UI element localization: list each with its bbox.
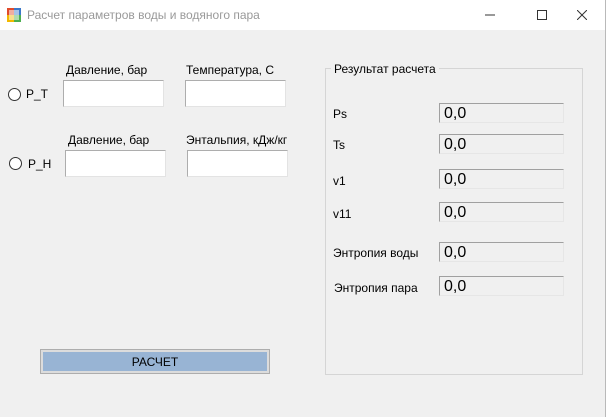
radio-ph-label[interactable]: P_H	[28, 157, 51, 171]
app-icon	[7, 8, 21, 22]
calculate-button[interactable]: РАСЧЕТ	[40, 349, 270, 374]
result-value-ps: 0,0	[439, 103, 564, 123]
radio-pt-label[interactable]: P_T	[26, 87, 48, 101]
title-bar[interactable]: Расчет параметров воды и водяного пара	[0, 0, 605, 30]
ph-enthalpy-label: Энтальпия, кДж/кг	[186, 133, 288, 147]
minimize-button[interactable]	[467, 0, 513, 30]
result-label-water-entropy: Энтропия воды	[333, 246, 419, 260]
result-value-steam-entropy: 0,0	[439, 276, 564, 296]
pt-pressure-label: Давление, бар	[66, 63, 148, 77]
result-label-ps: Ps	[333, 107, 348, 121]
pt-temperature-input[interactable]	[185, 80, 286, 107]
close-icon	[577, 10, 587, 20]
result-label-v1: v1	[333, 174, 346, 188]
minimize-icon	[485, 14, 495, 16]
radio-pt[interactable]	[8, 88, 21, 101]
calculate-button-label: РАСЧЕТ	[43, 352, 267, 371]
result-label-ts: Ts	[333, 138, 345, 152]
window-title: Расчет параметров воды и водяного пара	[27, 8, 260, 22]
result-label-steam-entropy: Энтропия пара	[334, 281, 418, 295]
ph-pressure-label: Давление, бар	[68, 133, 150, 147]
ph-pressure-input[interactable]	[65, 150, 166, 177]
result-value-v1: 0,0	[439, 169, 564, 189]
pt-temperature-label: Температура, C	[186, 63, 275, 77]
results-title: Результат расчета	[331, 62, 439, 76]
pt-pressure-input[interactable]	[63, 80, 164, 107]
result-value-water-entropy: 0,0	[439, 242, 564, 262]
result-value-v11: 0,0	[439, 202, 564, 222]
maximize-icon	[537, 10, 547, 20]
close-button[interactable]	[559, 0, 605, 30]
ph-enthalpy-input[interactable]	[187, 150, 288, 177]
result-label-v11: v11	[333, 207, 352, 221]
main-window: Расчет параметров воды и водяного пара Д…	[0, 0, 606, 417]
radio-ph[interactable]	[9, 157, 22, 170]
result-value-ts: 0,0	[439, 134, 564, 154]
